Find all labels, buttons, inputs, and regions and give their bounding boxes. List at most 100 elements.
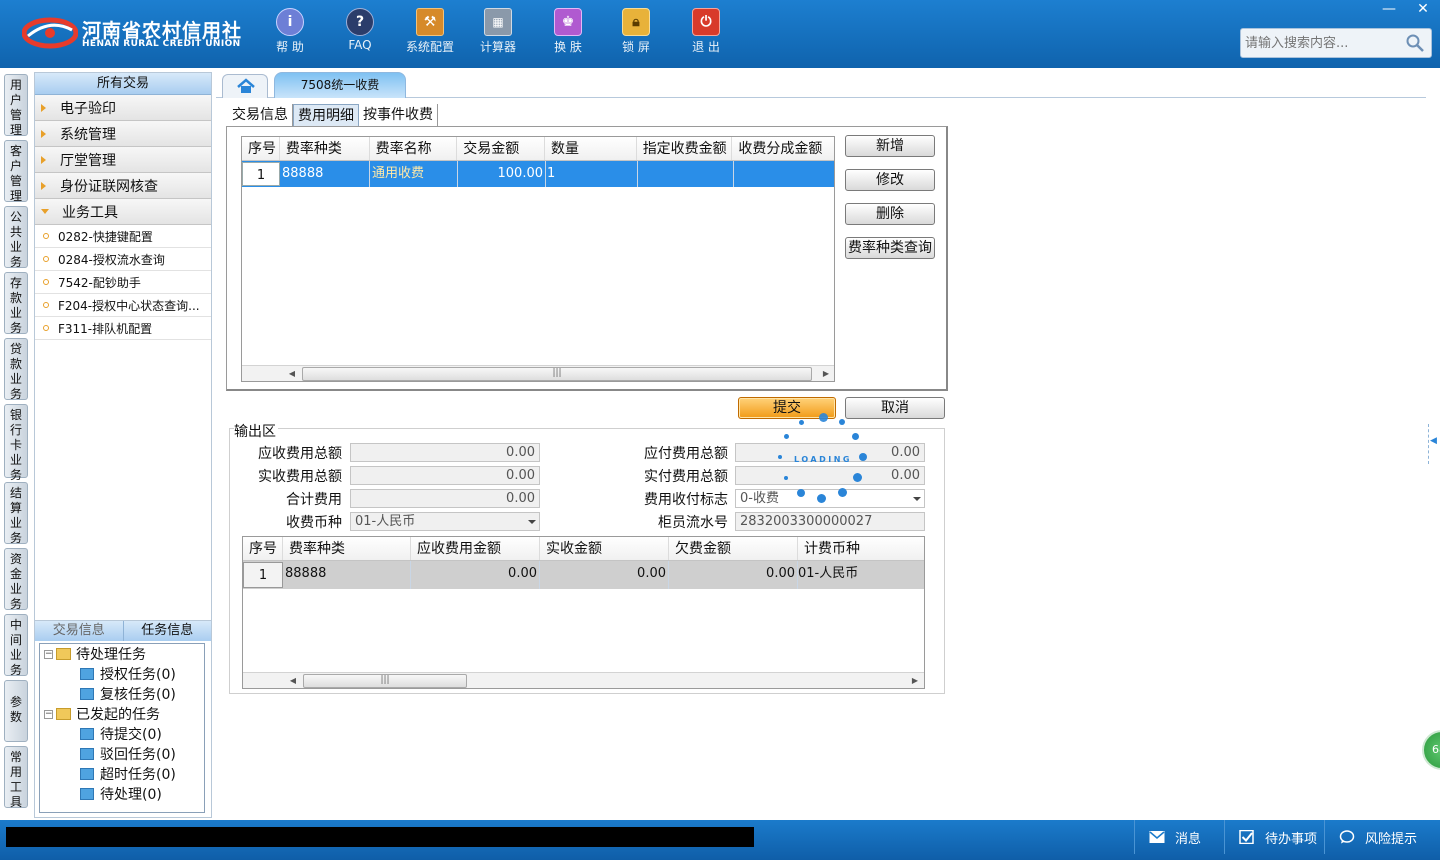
chevron-down-icon[interactable] <box>913 497 921 501</box>
faq-button[interactable]: ? FAQ <box>325 8 395 52</box>
sidebar-item-f311[interactable]: F311-排队机配置 <box>35 317 211 340</box>
receivable-total-field[interactable]: 0.00 <box>350 443 540 462</box>
vtab-intermediary-business[interactable]: 中间业务 <box>4 614 28 677</box>
horizontal-scrollbar[interactable]: ◀ ||| ▶ <box>243 672 924 688</box>
vtab-parameters[interactable]: 参数 <box>4 680 28 742</box>
col-header-split-amount[interactable]: 收费分成金额 <box>732 137 834 160</box>
subtab-fee-details[interactable]: 费用明细 <box>293 104 359 126</box>
vtab-public-business[interactable]: 公共业务 <box>4 206 28 269</box>
fee-output-grid: 序号 费率种类 应收费用金额 实收金额 欠费金额 计费币种 1 88888 0.… <box>242 536 925 689</box>
horizontal-scrollbar[interactable]: ◀ ||| ▶ <box>242 365 834 381</box>
scroll-left-icon[interactable]: ◀ <box>285 673 301 688</box>
col-header-rate-name[interactable]: 费率名称 <box>370 137 458 160</box>
grid-header: 序号 费率种类 费率名称 交易金额 数量 指定收费金额 收费分成金额 <box>242 137 834 161</box>
collapse-panel-handle[interactable]: ◀ <box>1428 424 1438 464</box>
vtab-deposit-business[interactable]: 存款业务 <box>4 272 28 335</box>
document-tabs: 7508统一收费 <box>216 72 1426 98</box>
col-header-owed[interactable]: 欠费金额 <box>669 537 798 560</box>
home-tab[interactable] <box>222 74 268 98</box>
cell-split-amount <box>734 161 834 187</box>
add-button[interactable]: 新增 <box>845 135 935 157</box>
floating-assistant-badge[interactable]: 68 <box>1422 730 1440 770</box>
col-header-specified-amount[interactable]: 指定收费金额 <box>637 137 733 160</box>
tree-node-initiated[interactable]: − 已发起的任务 <box>44 704 160 724</box>
scrollbar-thumb[interactable]: ||| <box>302 367 812 381</box>
risk-alert-button[interactable]: 风险提示 <box>1324 820 1440 854</box>
exit-button[interactable]: ⏻ 退 出 <box>671 8 741 55</box>
search-input[interactable] <box>1243 31 1403 55</box>
col-header-no[interactable]: 序号 <box>243 537 283 560</box>
table-row[interactable]: 1 88888 通用收费 100.00 1 <box>242 161 834 187</box>
vtab-loan-business[interactable]: 贷款业务 <box>4 338 28 401</box>
table-row[interactable]: 1 88888 0.00 0.00 0.00 01-人民币 <box>243 561 924 589</box>
modify-button[interactable]: 修改 <box>845 169 935 191</box>
minimize-button[interactable]: — <box>1372 0 1406 20</box>
col-header-quantity[interactable]: 数量 <box>545 137 637 160</box>
subtab-transaction-info[interactable]: 交易信息 <box>228 104 293 126</box>
rate-type-query-button[interactable]: 费率种类查询 <box>845 237 935 259</box>
sidebar-group-electronic-seal[interactable]: 电子验印 <box>35 95 211 121</box>
sidebar-item-0284[interactable]: 0284-授权流水查询 <box>35 248 211 271</box>
caret-right-icon <box>41 155 46 164</box>
tree-node-timeout[interactable]: 超时任务(0) <box>80 764 176 784</box>
currency-select[interactable]: 01-人民币 <box>350 512 540 531</box>
tree-node-auth-tasks[interactable]: 授权任务(0) <box>80 664 176 684</box>
vtab-fund-business[interactable]: 资金业务 <box>4 548 28 611</box>
lock-screen-button[interactable]: 🔒︎ 锁 屏 <box>601 8 671 55</box>
help-button[interactable]: i 帮 助 <box>255 8 325 55</box>
scroll-left-icon[interactable]: ◀ <box>284 366 300 381</box>
collapse-icon[interactable]: − <box>44 709 53 719</box>
col-header-rate-type[interactable]: 费率种类 <box>280 137 370 160</box>
collapse-icon[interactable]: − <box>44 649 53 659</box>
col-header-currency[interactable]: 计费币种 <box>798 537 924 560</box>
sidebar-item-f204[interactable]: F204-授权中心状态查询... <box>35 294 211 317</box>
tree-node-pending[interactable]: − 待处理任务 <box>44 644 146 664</box>
sum-field[interactable]: 0.00 <box>350 489 540 508</box>
tree-node-label: 已发起的任务 <box>76 707 160 723</box>
tree-node-to-process[interactable]: 待处理(0) <box>80 784 162 804</box>
col-header-received[interactable]: 实收金额 <box>540 537 669 560</box>
scrollbar-thumb[interactable]: ||| <box>303 674 467 688</box>
close-window-button[interactable]: ✕ <box>1406 0 1440 20</box>
col-header-receivable[interactable]: 应收费用金额 <box>411 537 540 560</box>
sidebar-group-id-verification[interactable]: 身份证联网核查 <box>35 173 211 199</box>
tab-7508-unified-charge[interactable]: 7508统一收费 <box>274 72 406 98</box>
todo-button[interactable]: 待办事项 <box>1224 820 1324 854</box>
vtab-user-management[interactable]: 用户管理 <box>4 74 28 137</box>
delete-button[interactable]: 删除 <box>845 203 935 225</box>
spinner-dot <box>799 420 804 425</box>
calculator-button[interactable]: ▦ 计算器 <box>463 8 533 55</box>
chevron-down-icon[interactable] <box>528 520 536 524</box>
received-total-field[interactable]: 0.00 <box>350 466 540 485</box>
sidebar-group-business-tools[interactable]: 业务工具 <box>35 199 211 225</box>
vtab-bank-card-business[interactable]: 银行卡业务 <box>4 404 28 482</box>
sidebar-group-hall-management[interactable]: 厅堂管理 <box>35 147 211 173</box>
vtab-common-tools[interactable]: 常用工具 <box>4 746 28 809</box>
task-list-icon <box>80 668 94 680</box>
sidebar-item-7542[interactable]: 7542-配钞助手 <box>35 271 211 294</box>
col-header-rate-type[interactable]: 费率种类 <box>283 537 411 560</box>
messages-button[interactable]: 消息 <box>1134 820 1224 854</box>
cell-receivable: 0.00 <box>411 561 540 589</box>
sidebar-item-0282[interactable]: 0282-快捷键配置 <box>35 225 211 248</box>
sidebar-group-label: 电子验印 <box>60 100 116 117</box>
vtab-settlement-business[interactable]: 结算业务 <box>4 482 28 545</box>
teller-serial-field[interactable]: 2832003300000027 <box>735 512 925 531</box>
skin-button[interactable]: ♚ 换 肤 <box>533 8 603 55</box>
sidebar-group-system-management[interactable]: 系统管理 <box>35 121 211 147</box>
tree-node-to-submit[interactable]: 待提交(0) <box>80 724 162 744</box>
col-header-no[interactable]: 序号 <box>242 137 280 160</box>
fee-detail-panel: 序号 费率种类 费率名称 交易金额 数量 指定收费金额 收费分成金额 1 888… <box>226 126 948 391</box>
tab-task-info[interactable]: 任务信息 <box>122 621 212 641</box>
sidebar-item-label: F204-授权中心状态查询... <box>58 298 200 313</box>
system-config-button[interactable]: ⚒ 系统配置 <box>395 8 465 55</box>
subtab-charge-by-event[interactable]: 按事件收费 <box>359 104 438 126</box>
tree-node-review-tasks[interactable]: 复核任务(0) <box>80 684 176 704</box>
scroll-right-icon[interactable]: ▶ <box>818 366 834 381</box>
col-header-amount[interactable]: 交易金额 <box>457 137 545 160</box>
scroll-right-icon[interactable]: ▶ <box>907 673 923 688</box>
search-icon[interactable] <box>1405 33 1425 53</box>
vtab-customer-management[interactable]: 客户管理 <box>4 140 28 203</box>
tab-transaction-info[interactable]: 交易信息 <box>35 621 123 641</box>
tree-node-rejected[interactable]: 驳回任务(0) <box>80 744 176 764</box>
